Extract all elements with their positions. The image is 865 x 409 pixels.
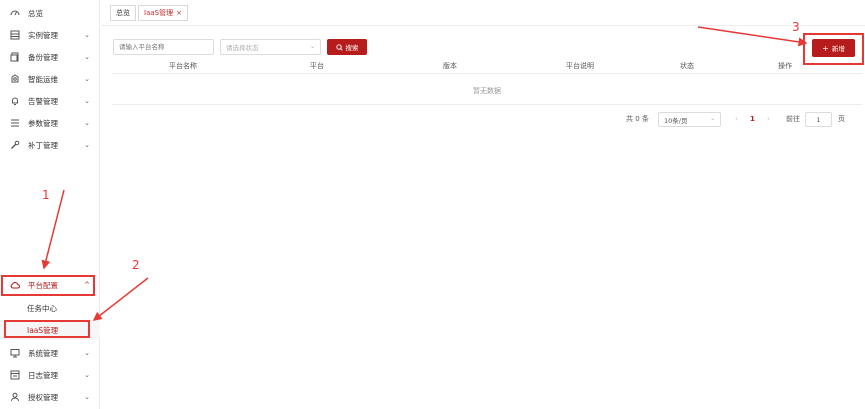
sidebar-item-label: 告警管理 — [28, 96, 58, 106]
sidebar-item-license[interactable]: 授权管理 ⌄ — [0, 386, 100, 408]
page-number-current[interactable]: 1 — [750, 112, 755, 126]
sidebar-item-patch[interactable]: 补丁管理 ⌄ — [0, 134, 100, 156]
column-header: 平台说明 — [566, 62, 594, 70]
log-icon — [10, 370, 20, 380]
goto-page-value: 1 — [816, 115, 821, 124]
annotation-number: 3 — [792, 20, 800, 34]
sidebar-item-label: 智能运维 — [28, 74, 58, 84]
chevron-down-icon: ⌄ — [84, 75, 90, 83]
backup-icon — [10, 52, 20, 62]
empty-text: 暂无数据 — [473, 86, 501, 95]
dashboard-icon — [10, 8, 20, 18]
column-header: 平台名称 — [169, 62, 197, 70]
search-button[interactable]: 搜索 — [327, 39, 367, 55]
tab-iaas[interactable]: IaaS管理 × — [138, 5, 188, 21]
column-header: 操作 — [778, 62, 792, 70]
monitor-icon — [10, 348, 20, 358]
sidebar-item-backup[interactable]: 备份管理 ⌄ — [0, 46, 100, 68]
sidebar-item-system[interactable]: 系统管理 ⌄ — [0, 342, 100, 364]
platform-name-input[interactable] — [113, 39, 214, 55]
annotation-box-platform-config — [1, 275, 95, 296]
goto-label: 前往 — [786, 115, 800, 123]
chevron-down-icon: ⌄ — [84, 393, 90, 401]
table-header: 平台名称 平台 版本 平台说明 状态 操作 — [112, 60, 862, 74]
page-suffix: 页 — [838, 115, 845, 123]
annotation-box-iaas — [4, 320, 90, 338]
status-select-placeholder: 请选择状态 — [226, 44, 259, 52]
wrench-icon — [10, 140, 20, 150]
sidebar-item-label: 实例管理 — [28, 30, 58, 40]
sidebar-item-smart-ops[interactable]: 智能运维 ⌄ — [0, 68, 100, 90]
chevron-down-icon: ⌄ — [84, 119, 90, 127]
sidebar-item-label: 补丁管理 — [28, 140, 58, 150]
sidebar-item-log[interactable]: 日志管理 ⌄ — [0, 364, 100, 386]
instance-icon — [10, 30, 20, 40]
sidebar-item-instance[interactable]: 实例管理 ⌄ — [0, 24, 100, 46]
chevron-down-icon: ⌄ — [84, 371, 90, 379]
close-icon[interactable]: × — [176, 9, 182, 17]
list-icon — [10, 118, 20, 128]
ops-icon — [10, 74, 20, 84]
goto-page-input[interactable]: 1 — [805, 112, 832, 127]
column-header: 状态 — [680, 62, 694, 70]
search-button-label: 搜索 — [345, 44, 359, 52]
chevron-down-icon: ⌄ — [84, 349, 90, 357]
sidebar-item-label: 系统管理 — [28, 348, 58, 358]
chevron-down-icon: ⌄ — [709, 115, 715, 122]
chevron-down-icon: ⌄ — [309, 43, 315, 50]
next-page-button[interactable]: › — [767, 112, 770, 126]
sidebar-item-alarm[interactable]: 告警管理 ⌄ — [0, 90, 100, 112]
total-count: 共 0 条 — [626, 115, 649, 123]
page-size-value: 10条/页 — [664, 116, 688, 125]
sidebar-item-label: 日志管理 — [28, 370, 58, 380]
tab-overview[interactable]: 总览 — [110, 5, 136, 21]
sidebar-item-params[interactable]: 参数管理 ⌄ — [0, 112, 100, 134]
chevron-down-icon: ⌄ — [84, 31, 90, 39]
column-header: 平台 — [310, 62, 324, 70]
tab-label: 总览 — [116, 9, 130, 17]
sidebar-subitem-task-center[interactable]: 任务中心 — [0, 298, 100, 318]
sidebar-subitem-label: 任务中心 — [27, 303, 57, 313]
sidebar-item-overview[interactable]: 总览 — [0, 2, 100, 24]
annotation-box-add — [803, 33, 864, 65]
chevron-down-icon: ⌄ — [84, 141, 90, 149]
tab-bar: 总览 IaaS管理 × — [101, 0, 865, 26]
search-icon — [335, 43, 343, 51]
sidebar-item-label: 总览 — [28, 8, 43, 18]
page-size-select[interactable]: 10条/页 ⌄ — [658, 112, 721, 127]
annotation-number: 2 — [132, 258, 140, 272]
sidebar-item-label: 参数管理 — [28, 118, 58, 128]
tab-label: IaaS管理 — [144, 9, 174, 17]
main-content: 请选择状态 ⌄ 搜索 + 新增 平台名称 平台 版本 平台说明 状态 操作 暂无… — [101, 27, 865, 409]
prev-page-button[interactable]: ‹ — [735, 112, 738, 126]
status-select[interactable]: 请选择状态 ⌄ — [220, 39, 321, 55]
annotation-number: 1 — [42, 188, 50, 202]
bell-icon — [10, 96, 20, 106]
column-header: 版本 — [443, 62, 457, 70]
sidebar-item-label: 备份管理 — [28, 52, 58, 62]
sidebar: 总览 实例管理 ⌄ 备份管理 ⌄ 智能运维 ⌄ 告警管理 ⌄ 参数管理 ⌄ 补丁… — [0, 0, 100, 409]
sidebar-item-label: 授权管理 — [28, 392, 58, 402]
empty-state: 暂无数据 — [112, 77, 862, 105]
chevron-down-icon: ⌄ — [84, 97, 90, 105]
user-icon — [10, 392, 20, 402]
chevron-down-icon: ⌄ — [84, 53, 90, 61]
